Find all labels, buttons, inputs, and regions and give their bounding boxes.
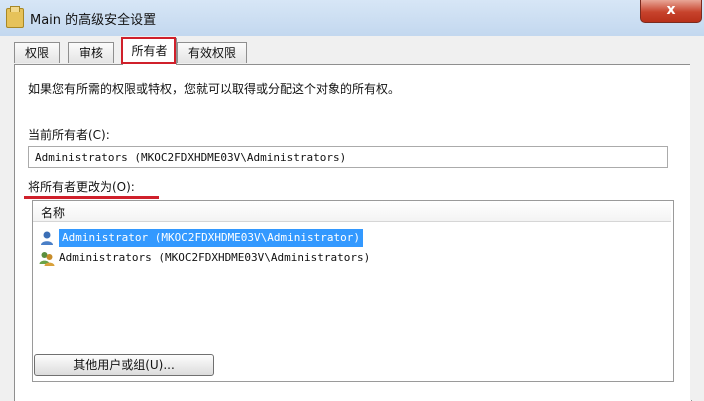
folder-icon bbox=[6, 6, 24, 28]
window-title: Main 的高级安全设置 bbox=[30, 13, 157, 28]
single-user-icon bbox=[41, 231, 53, 245]
tab-effective-permissions[interactable]: 有效权限 bbox=[177, 42, 247, 63]
change-owner-label: 将所有者更改为(O): bbox=[28, 180, 135, 194]
window-edge bbox=[690, 36, 704, 400]
intro-text: 如果您有所需的权限或特权，您就可以取得或分配这个对象的所有权。 bbox=[28, 82, 401, 96]
list-item-label: Administrators (MKOC2FDXHDME03V\Administ… bbox=[59, 251, 371, 264]
tab-owner-highlight bbox=[121, 37, 176, 64]
other-users-or-groups-button[interactable]: 其他用户或组(U)... bbox=[34, 354, 214, 376]
change-owner-underline bbox=[24, 196, 159, 199]
current-owner-label: 当前所有者(C): bbox=[28, 128, 110, 142]
user-group-icon bbox=[39, 252, 55, 266]
window-body: 权限 审核 所有者 有效权限 如果您有所需的权限或特权，您就可以取得或分配这个对… bbox=[0, 36, 704, 401]
tab-permissions[interactable]: 权限 bbox=[14, 42, 60, 63]
list-item-label: Administrator (MKOC2FDXHDME03V\Administr… bbox=[59, 229, 364, 247]
list-header[interactable]: 名称 bbox=[33, 201, 671, 222]
tab-auditing[interactable]: 审核 bbox=[68, 42, 114, 63]
column-header-name: 名称 bbox=[41, 206, 66, 220]
title-bar: Main 的高级安全设置 x bbox=[0, 0, 704, 37]
close-button[interactable]: x bbox=[640, 0, 702, 23]
current-owner-field: Administrators (MKOC2FDXHDME03V\Administ… bbox=[28, 146, 668, 168]
